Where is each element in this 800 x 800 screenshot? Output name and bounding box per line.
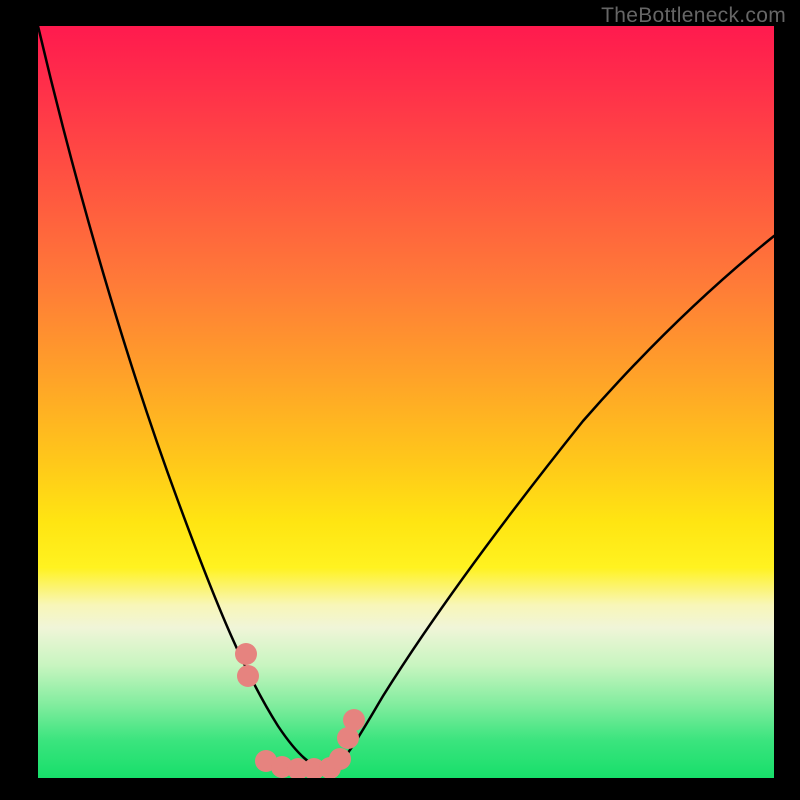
marker-group xyxy=(235,643,365,778)
right-curve xyxy=(328,236,774,771)
watermark-text: TheBottleneck.com xyxy=(601,4,786,28)
outer-frame: TheBottleneck.com xyxy=(0,0,800,800)
chart-svg xyxy=(38,26,774,778)
left-curve xyxy=(38,26,328,771)
plot-area xyxy=(38,26,774,778)
